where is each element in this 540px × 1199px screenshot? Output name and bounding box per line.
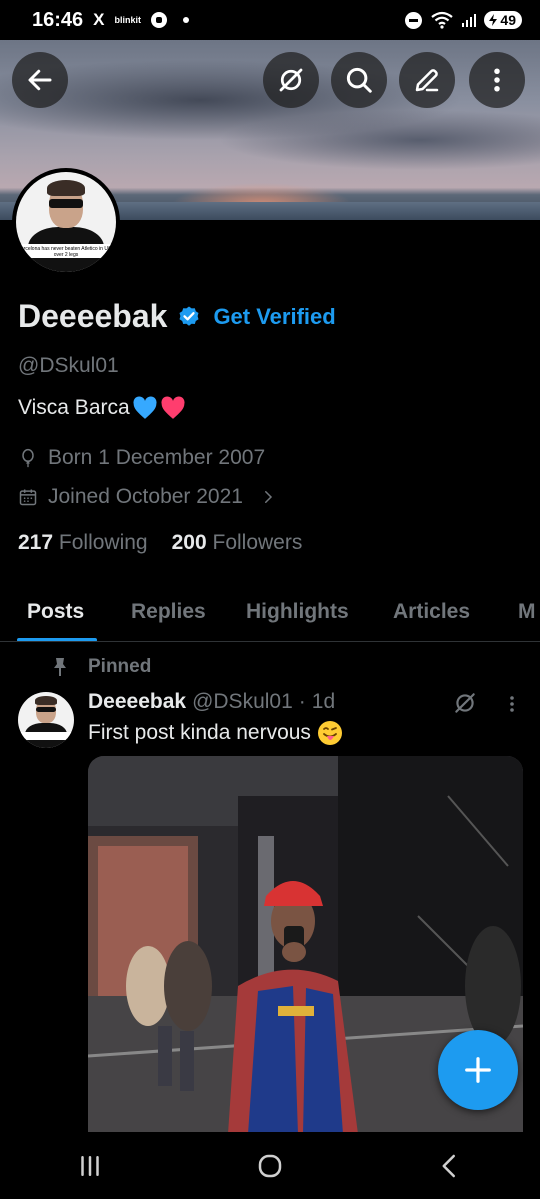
profile-handle: @DSkul01 bbox=[18, 354, 119, 377]
status-time: 16:46 bbox=[32, 8, 84, 31]
compose-post-button[interactable] bbox=[438, 1030, 518, 1110]
get-verified-link[interactable]: Get Verified bbox=[213, 304, 335, 330]
tab-media-label: M bbox=[518, 600, 536, 623]
followers-link[interactable]: 200 Followers bbox=[172, 531, 303, 555]
status-bar: 16:46 X blinkit 49 bbox=[0, 0, 540, 40]
search-button[interactable] bbox=[331, 52, 387, 108]
more-notifications-dot-icon bbox=[183, 17, 189, 23]
profile-bio: Visca Barca bbox=[18, 396, 186, 420]
post-age: 1d bbox=[311, 690, 336, 713]
follow-stats: 217 Following 200 Followers bbox=[18, 531, 302, 555]
edit-pencil-icon bbox=[415, 69, 439, 92]
wifi-icon bbox=[431, 11, 454, 29]
more-vertical-icon bbox=[494, 68, 500, 92]
birth-date-text: Born 1 December 2007 bbox=[48, 446, 266, 469]
verified-badge-icon[interactable] bbox=[177, 305, 201, 329]
birth-date-row: Born 1 December 2007 bbox=[18, 446, 265, 470]
blue-heart-emoji-icon bbox=[133, 396, 157, 419]
post-header: Deeeebak @DSkul01 · 1d bbox=[88, 690, 335, 714]
tab-posts[interactable]: Posts bbox=[17, 582, 97, 641]
profile-name-row: Deeeebak Get Verified bbox=[18, 298, 336, 335]
status-bar-left: 16:46 X blinkit bbox=[32, 9, 189, 32]
pink-heart-emoji-icon bbox=[161, 396, 185, 419]
tab-articles[interactable]: Articles bbox=[393, 582, 471, 641]
post-avatar-caption bbox=[18, 732, 74, 741]
pinned-label: Pinned bbox=[88, 656, 152, 677]
cell-signal-icon bbox=[462, 13, 477, 27]
calendar-icon bbox=[19, 489, 37, 506]
post-author-name[interactable]: Deeeebak bbox=[88, 690, 186, 714]
profile-display-name: Deeeebak bbox=[18, 298, 168, 334]
followers-label: Followers bbox=[212, 531, 303, 554]
more-options-button[interactable] bbox=[469, 52, 525, 108]
tab-posts-label: Posts bbox=[27, 600, 85, 623]
plus-icon bbox=[465, 1057, 491, 1083]
profile-avatar[interactable]: Barcelona has never beaten Atletico in U… bbox=[12, 168, 120, 276]
football-notification-icon bbox=[151, 12, 167, 28]
battery-level: 49 bbox=[500, 12, 516, 28]
do-not-disturb-icon bbox=[405, 11, 423, 29]
joined-date-row[interactable]: Joined October 2021 bbox=[18, 485, 277, 509]
avatar-caption: Barcelona has never beaten Atletico in U… bbox=[16, 244, 116, 258]
search-icon bbox=[346, 67, 372, 93]
edit-profile-button[interactable] bbox=[399, 52, 455, 108]
battery-saver-icon bbox=[489, 14, 498, 26]
back-arrow-icon bbox=[28, 69, 52, 91]
following-link[interactable]: 217 Following bbox=[18, 531, 148, 555]
post-text-content: First post kinda nervous bbox=[88, 721, 311, 744]
grok-button[interactable] bbox=[263, 52, 319, 108]
following-count: 217 bbox=[18, 531, 54, 554]
battery-indicator: 49 bbox=[484, 11, 522, 29]
tab-replies[interactable]: Replies bbox=[131, 582, 206, 641]
profile-bio-text: Visca Barca bbox=[18, 396, 130, 419]
tab-articles-label: Articles bbox=[393, 600, 471, 623]
tongue-emoji-icon bbox=[317, 721, 342, 745]
post-author-avatar[interactable] bbox=[18, 692, 74, 748]
post-more-icon[interactable] bbox=[502, 692, 522, 716]
joined-date-text: Joined October 2021 bbox=[48, 485, 243, 508]
status-bar-right: 49 bbox=[405, 11, 522, 29]
tab-replies-label: Replies bbox=[131, 600, 206, 623]
chevron-right-icon bbox=[264, 491, 273, 503]
system-navigation-bar bbox=[0, 1132, 540, 1199]
post-author-handle[interactable]: @DSkul01 bbox=[192, 690, 293, 714]
pinned-indicator: Pinned bbox=[52, 656, 151, 678]
recent-apps-icon[interactable] bbox=[75, 1151, 105, 1181]
profile-avatar-image: Barcelona has never beaten Atletico in U… bbox=[16, 172, 116, 272]
tab-highlights[interactable]: Highlights bbox=[246, 582, 349, 641]
tab-highlights-label: Highlights bbox=[246, 600, 349, 623]
followers-count: 200 bbox=[171, 531, 207, 554]
active-tab-indicator bbox=[17, 638, 97, 641]
grok-icon bbox=[279, 68, 303, 92]
post-grok-icon[interactable] bbox=[452, 690, 478, 716]
home-icon[interactable] bbox=[255, 1151, 285, 1181]
post-text: First post kinda nervous bbox=[88, 720, 343, 746]
x-app-icon: X bbox=[93, 10, 105, 29]
following-label: Following bbox=[58, 531, 148, 554]
balloon-icon bbox=[22, 448, 34, 468]
blinkit-notification-icon: blinkit bbox=[114, 15, 142, 25]
pin-icon bbox=[54, 658, 66, 676]
system-back-icon[interactable] bbox=[435, 1151, 465, 1181]
post-separator: · bbox=[298, 690, 306, 713]
tab-media[interactable]: M bbox=[518, 582, 536, 641]
back-button[interactable] bbox=[12, 52, 68, 108]
profile-tabs: Posts Replies Highlights Articles M bbox=[0, 582, 540, 642]
